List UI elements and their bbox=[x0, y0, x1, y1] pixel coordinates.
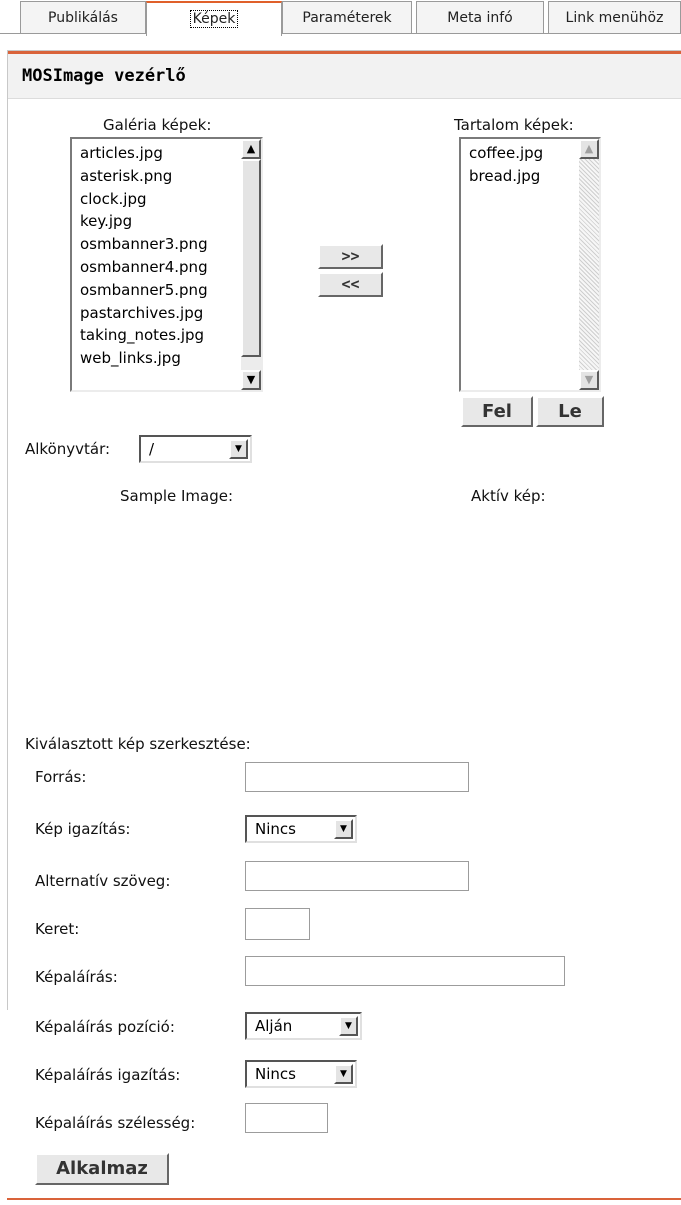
scroll-up-icon[interactable]: ▲ bbox=[241, 139, 261, 159]
source-label: Forrás: bbox=[35, 768, 87, 786]
caption-align-value: Nincs bbox=[255, 1065, 296, 1083]
list-item[interactable]: articles.jpg bbox=[80, 142, 208, 165]
scroll-down-icon[interactable]: ▼ bbox=[241, 370, 261, 390]
subdir-label: Alkönyvtár: bbox=[25, 440, 111, 458]
remove-image-button[interactable]: << bbox=[318, 272, 383, 297]
caption-label: Képaláírás: bbox=[35, 968, 118, 986]
edit-section-label: Kiválasztott kép szerkesztése: bbox=[25, 735, 251, 753]
content-scrollbar[interactable]: ▲ ▼ bbox=[579, 139, 599, 390]
border-label: Keret: bbox=[35, 920, 80, 938]
tab-publishing[interactable]: Publikálás bbox=[20, 1, 146, 33]
chevron-down-icon[interactable]: ▼ bbox=[334, 1064, 353, 1084]
alt-text-label: Alternatív szöveg: bbox=[35, 872, 171, 890]
gallery-scrollbar[interactable]: ▲ ▼ bbox=[241, 139, 261, 390]
alt-text-input[interactable] bbox=[245, 861, 469, 891]
list-item[interactable]: pastarchives.jpg bbox=[80, 302, 208, 325]
gallery-listbox[interactable]: articles.jpg asterisk.png clock.jpg key.jpg… bbox=[70, 137, 263, 392]
caption-align-label: Képaláírás igazítás: bbox=[35, 1066, 181, 1084]
panel-title: MOSImage vezérlő bbox=[8, 51, 681, 99]
panel-bottom-border bbox=[7, 1198, 681, 1200]
scroll-down-icon: ▼ bbox=[579, 370, 599, 390]
chevron-down-icon[interactable]: ▼ bbox=[339, 1016, 358, 1036]
list-item[interactable]: osmbanner3.png bbox=[80, 233, 208, 256]
tab-parameters[interactable]: Paraméterek bbox=[282, 1, 412, 33]
content-listbox[interactable]: coffee.jpg bread.jpg ▲ ▼ bbox=[459, 137, 601, 392]
chevron-down-icon[interactable]: ▼ bbox=[229, 439, 248, 459]
chevron-down-icon[interactable]: ▼ bbox=[334, 819, 353, 839]
list-item[interactable]: clock.jpg bbox=[80, 188, 208, 211]
list-item[interactable]: asterisk.png bbox=[80, 165, 208, 188]
caption-position-value: Alján bbox=[255, 1017, 293, 1035]
move-up-button[interactable]: Fel bbox=[461, 396, 533, 427]
list-item[interactable]: coffee.jpg bbox=[469, 142, 543, 165]
gallery-items: articles.jpg asterisk.png clock.jpg key.jpg… bbox=[80, 142, 208, 370]
align-label: Kép igazítás: bbox=[35, 820, 131, 838]
caption-position-select[interactable]: Alján ▼ bbox=[245, 1012, 362, 1040]
list-item[interactable]: taking_notes.jpg bbox=[80, 324, 208, 347]
caption-input[interactable] bbox=[245, 956, 565, 986]
list-item[interactable]: osmbanner4.png bbox=[80, 256, 208, 279]
list-item[interactable]: osmbanner5.png bbox=[80, 279, 208, 302]
align-select[interactable]: Nincs ▼ bbox=[245, 815, 357, 843]
apply-button[interactable]: Alkalmaz bbox=[35, 1153, 169, 1185]
list-item[interactable]: bread.jpg bbox=[469, 165, 543, 188]
list-item[interactable]: key.jpg bbox=[80, 210, 208, 233]
add-image-button[interactable]: >> bbox=[318, 244, 383, 269]
caption-width-input[interactable] bbox=[245, 1103, 328, 1133]
scroll-up-icon: ▲ bbox=[579, 139, 599, 159]
source-input[interactable] bbox=[245, 762, 469, 792]
caption-align-select[interactable]: Nincs ▼ bbox=[245, 1060, 357, 1088]
subdir-value: / bbox=[149, 440, 155, 458]
caption-width-label: Képaláírás szélesség: bbox=[35, 1114, 196, 1132]
content-items: coffee.jpg bread.jpg bbox=[469, 142, 543, 188]
sample-image-label: Sample Image: bbox=[120, 487, 234, 505]
scroll-thumb[interactable] bbox=[241, 159, 261, 357]
align-value: Nincs bbox=[255, 820, 296, 838]
tab-meta-info[interactable]: Meta infó bbox=[416, 1, 544, 33]
content-label: Tartalom képek: bbox=[454, 116, 574, 134]
tab-images-label: Képek bbox=[189, 10, 239, 28]
border-input[interactable] bbox=[245, 908, 310, 940]
caption-position-label: Képaláírás pozíció: bbox=[35, 1018, 175, 1036]
move-down-button[interactable]: Le bbox=[536, 396, 604, 427]
tab-images[interactable]: Képek bbox=[146, 1, 282, 36]
active-image-label: Aktív kép: bbox=[471, 487, 546, 505]
list-item[interactable]: web_links.jpg bbox=[80, 347, 208, 370]
gallery-label: Galéria képek: bbox=[103, 116, 212, 134]
tab-menu-link[interactable]: Link menühöz bbox=[548, 1, 681, 33]
subdir-select[interactable]: / ▼ bbox=[139, 435, 252, 463]
